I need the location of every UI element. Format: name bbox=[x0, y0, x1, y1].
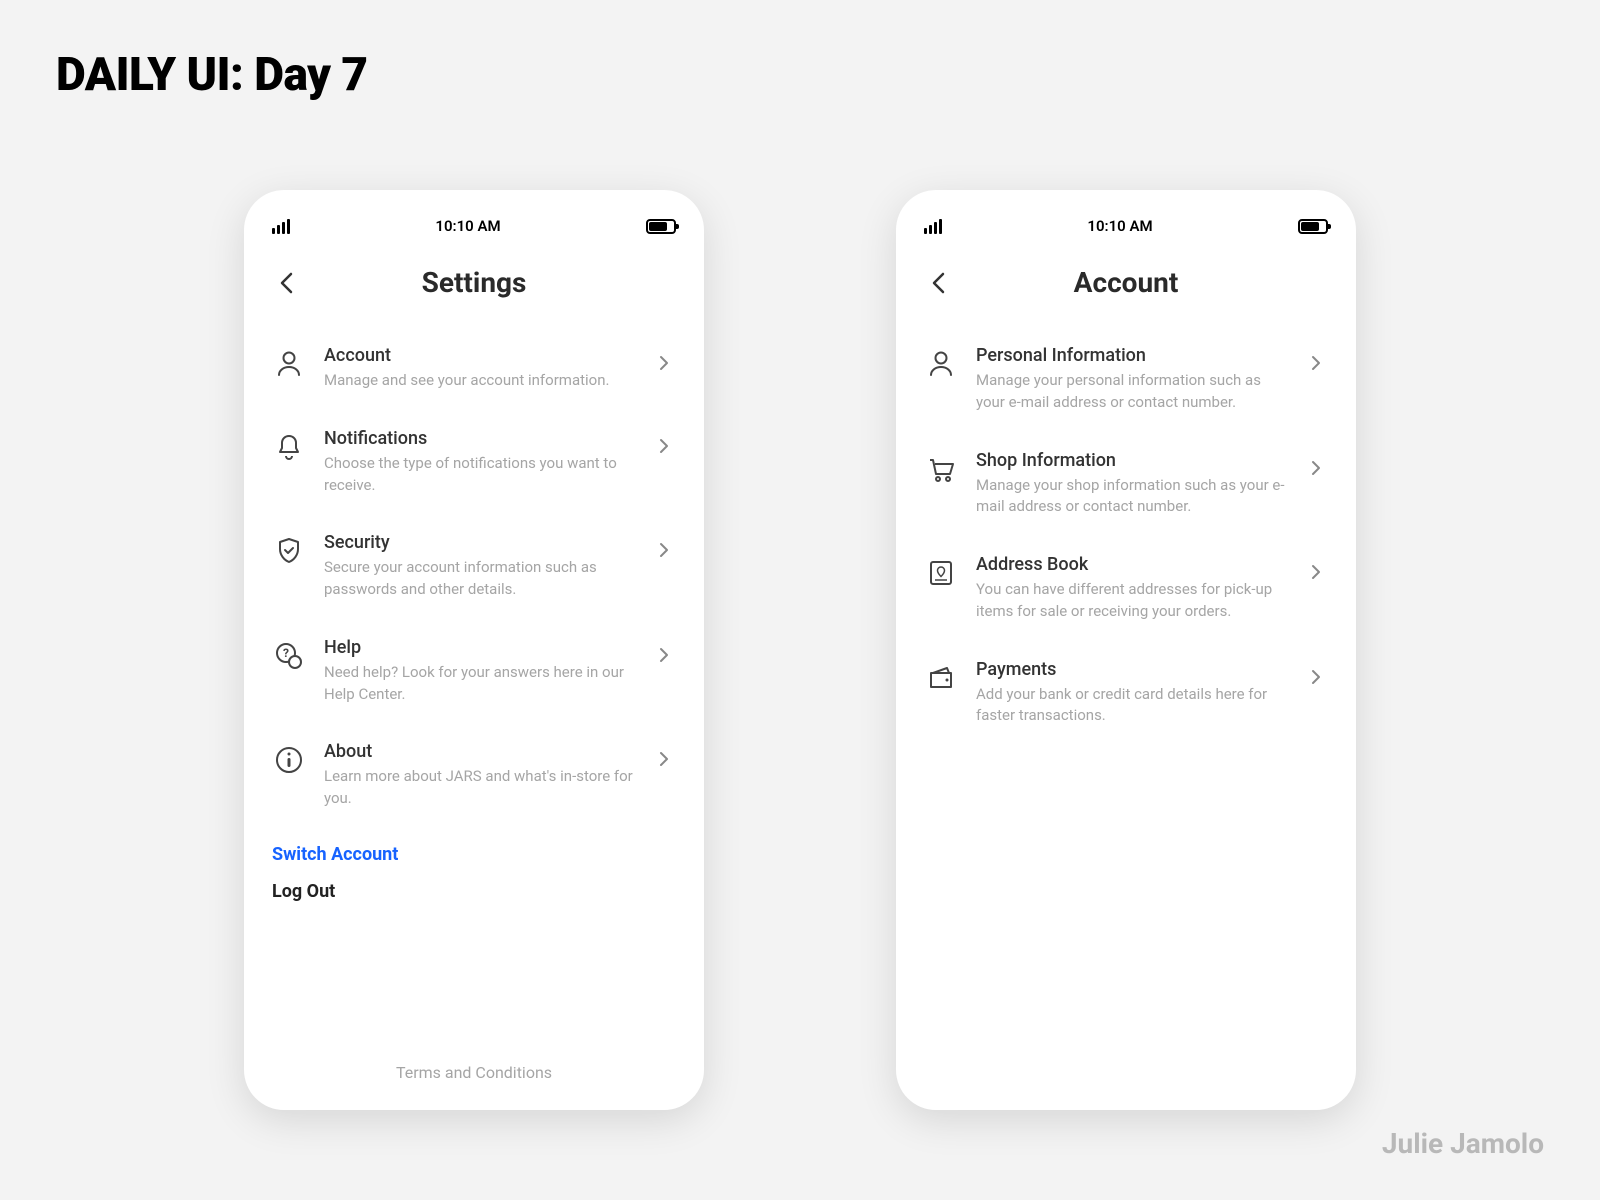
screen-title: Settings bbox=[422, 266, 527, 299]
account-row-payments[interactable]: Payments Add your bank or credit card de… bbox=[924, 643, 1328, 748]
help-icon: ? bbox=[272, 639, 306, 673]
screen-header: Settings bbox=[272, 266, 676, 299]
row-subtitle: Learn more about JARS and what's in-stor… bbox=[324, 766, 634, 810]
log-out-link[interactable]: Log Out bbox=[272, 873, 676, 922]
settings-row-notifications[interactable]: Notifications Choose the type of notific… bbox=[272, 412, 676, 517]
chevron-right-icon bbox=[652, 538, 676, 562]
battery-icon bbox=[1298, 219, 1328, 234]
row-title: Help bbox=[324, 637, 634, 658]
terms-link[interactable]: Terms and Conditions bbox=[272, 1033, 676, 1082]
row-subtitle: Manage your personal information such as… bbox=[976, 370, 1286, 414]
phone-settings: 10:10 AM Settings Account Manage and see… bbox=[244, 190, 704, 1110]
row-title: Personal Information bbox=[976, 345, 1286, 366]
back-button[interactable] bbox=[272, 269, 300, 297]
bell-icon bbox=[272, 430, 306, 464]
status-bar: 10:10 AM bbox=[924, 214, 1328, 238]
row-title: About bbox=[324, 741, 634, 762]
row-title: Payments bbox=[976, 659, 1286, 680]
row-subtitle: Add your bank or credit card details her… bbox=[976, 684, 1286, 728]
phone-account: 10:10 AM Account Personal Information Ma… bbox=[896, 190, 1356, 1110]
chevron-left-icon bbox=[931, 272, 945, 294]
screen-header: Account bbox=[924, 266, 1328, 299]
page-title: DAILY UI: Day 7 bbox=[56, 48, 368, 102]
settings-row-account[interactable]: Account Manage and see your account info… bbox=[272, 329, 676, 412]
row-title: Shop Information bbox=[976, 450, 1286, 471]
row-title: Address Book bbox=[976, 554, 1286, 575]
row-title: Security bbox=[324, 532, 634, 553]
chevron-right-icon bbox=[652, 643, 676, 667]
status-time: 10:10 AM bbox=[435, 217, 500, 235]
back-button[interactable] bbox=[924, 269, 952, 297]
settings-row-help[interactable]: ? Help Need help? Look for your answers … bbox=[272, 621, 676, 726]
chevron-right-icon bbox=[652, 747, 676, 771]
wallet-icon bbox=[924, 661, 958, 695]
account-row-shop[interactable]: Shop Information Manage your shop inform… bbox=[924, 434, 1328, 539]
signal-icon bbox=[924, 219, 942, 234]
chevron-right-icon bbox=[652, 434, 676, 458]
row-subtitle: You can have different addresses for pic… bbox=[976, 579, 1286, 623]
status-time: 10:10 AM bbox=[1087, 217, 1152, 235]
cart-icon bbox=[924, 452, 958, 486]
settings-row-about[interactable]: About Learn more about JARS and what's i… bbox=[272, 725, 676, 830]
account-row-personal[interactable]: Personal Information Manage your persona… bbox=[924, 329, 1328, 434]
chevron-left-icon bbox=[279, 272, 293, 294]
row-subtitle: Manage and see your account information. bbox=[324, 370, 634, 392]
row-subtitle: Manage your shop information such as you… bbox=[976, 475, 1286, 519]
switch-account-link[interactable]: Switch Account bbox=[272, 830, 676, 873]
address-book-icon bbox=[924, 556, 958, 590]
row-title: Notifications bbox=[324, 428, 634, 449]
row-subtitle: Choose the type of notifications you wan… bbox=[324, 453, 634, 497]
person-icon bbox=[924, 347, 958, 381]
chevron-right-icon bbox=[652, 351, 676, 375]
status-bar: 10:10 AM bbox=[272, 214, 676, 238]
chevron-right-icon bbox=[1304, 456, 1328, 480]
info-icon bbox=[272, 743, 306, 777]
screen-title: Account bbox=[1074, 266, 1179, 299]
person-icon bbox=[272, 347, 306, 381]
battery-icon bbox=[646, 219, 676, 234]
shield-icon bbox=[272, 534, 306, 568]
row-subtitle: Secure your account information such as … bbox=[324, 557, 634, 601]
chevron-right-icon bbox=[1304, 351, 1328, 375]
author-credit: Julie Jamolo bbox=[1382, 1127, 1544, 1160]
account-row-address[interactable]: Address Book You can have different addr… bbox=[924, 538, 1328, 643]
row-subtitle: Need help? Look for your answers here in… bbox=[324, 662, 634, 706]
chevron-right-icon bbox=[1304, 560, 1328, 584]
svg-text:?: ? bbox=[283, 646, 289, 660]
signal-icon bbox=[272, 219, 290, 234]
row-title: Account bbox=[324, 345, 634, 366]
settings-row-security[interactable]: Security Secure your account information… bbox=[272, 516, 676, 621]
chevron-right-icon bbox=[1304, 665, 1328, 689]
